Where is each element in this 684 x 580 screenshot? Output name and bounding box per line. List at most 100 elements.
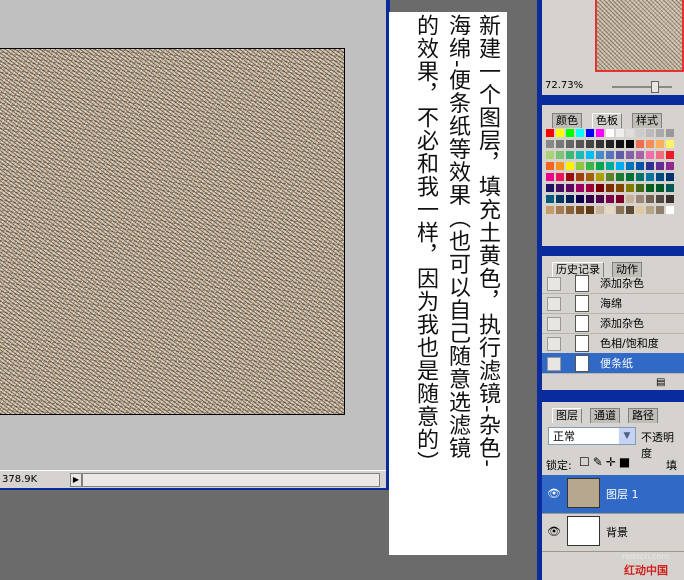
zoom-slider-knob[interactable] bbox=[651, 81, 659, 93]
history-menu-icon[interactable]: ▤ bbox=[656, 377, 665, 388]
color-swatch[interactable] bbox=[555, 139, 565, 149]
color-swatch[interactable] bbox=[635, 128, 645, 138]
color-swatch[interactable] bbox=[565, 150, 575, 160]
visibility-eye-icon[interactable]: 👁 bbox=[547, 525, 561, 538]
color-swatch[interactable] bbox=[585, 161, 595, 171]
lock-transparency-icon[interactable]: ☐ bbox=[579, 455, 593, 469]
color-swatch[interactable] bbox=[565, 172, 575, 182]
color-swatch[interactable] bbox=[555, 161, 565, 171]
color-swatch[interactable] bbox=[625, 205, 635, 215]
color-swatch[interactable] bbox=[605, 205, 615, 215]
color-swatch[interactable] bbox=[665, 161, 675, 171]
color-swatch[interactable] bbox=[615, 194, 625, 204]
history-snapshot-checkbox[interactable] bbox=[547, 317, 561, 331]
color-swatch[interactable] bbox=[555, 205, 565, 215]
color-swatch[interactable] bbox=[665, 194, 675, 204]
color-swatch[interactable] bbox=[585, 128, 595, 138]
color-swatch[interactable] bbox=[635, 139, 645, 149]
color-swatch[interactable] bbox=[545, 183, 555, 193]
history-item[interactable]: 便条纸 bbox=[542, 353, 684, 374]
color-swatch[interactable] bbox=[605, 194, 615, 204]
tab-channels[interactable]: 通道 bbox=[590, 408, 620, 423]
color-swatch[interactable] bbox=[545, 172, 555, 182]
color-swatch[interactable] bbox=[655, 183, 665, 193]
layer-row[interactable]: 👁 背景 bbox=[542, 513, 684, 552]
color-swatch[interactable] bbox=[625, 194, 635, 204]
color-swatch[interactable] bbox=[555, 183, 565, 193]
color-swatch[interactable] bbox=[585, 139, 595, 149]
color-swatch[interactable] bbox=[665, 139, 675, 149]
color-swatch[interactable] bbox=[615, 161, 625, 171]
color-swatch[interactable] bbox=[555, 172, 565, 182]
color-swatch[interactable] bbox=[665, 150, 675, 160]
color-swatch[interactable] bbox=[665, 183, 675, 193]
color-swatch[interactable] bbox=[585, 150, 595, 160]
color-swatch[interactable] bbox=[545, 205, 555, 215]
color-swatch[interactable] bbox=[655, 128, 665, 138]
color-swatch[interactable] bbox=[665, 205, 675, 215]
color-swatch[interactable] bbox=[635, 205, 645, 215]
tab-color[interactable]: 颜色 bbox=[552, 113, 582, 128]
color-swatch[interactable] bbox=[545, 139, 555, 149]
history-snapshot-checkbox[interactable] bbox=[547, 277, 561, 291]
lock-all-icon[interactable]: ■ bbox=[619, 455, 633, 469]
color-swatch[interactable] bbox=[595, 183, 605, 193]
color-swatch[interactable] bbox=[575, 128, 585, 138]
color-swatch[interactable] bbox=[595, 205, 605, 215]
color-swatch[interactable] bbox=[625, 172, 635, 182]
color-swatch[interactable] bbox=[565, 139, 575, 149]
lock-position-icon[interactable]: ✛ bbox=[606, 455, 619, 469]
status-menu-arrow-icon[interactable]: ▶ bbox=[70, 473, 82, 487]
color-swatch[interactable] bbox=[655, 150, 665, 160]
color-swatch[interactable] bbox=[645, 194, 655, 204]
color-swatch[interactable] bbox=[645, 205, 655, 215]
layer-row[interactable]: 👁 图层 1 bbox=[542, 475, 684, 514]
color-swatch[interactable] bbox=[655, 139, 665, 149]
color-swatch[interactable] bbox=[655, 205, 665, 215]
color-swatch[interactable] bbox=[575, 161, 585, 171]
color-swatch[interactable] bbox=[645, 150, 655, 160]
tab-swatches[interactable]: 色板 bbox=[592, 113, 622, 128]
color-swatch[interactable] bbox=[545, 128, 555, 138]
chevron-down-icon[interactable]: ▼ bbox=[619, 428, 635, 444]
color-swatch[interactable] bbox=[605, 139, 615, 149]
color-swatch[interactable] bbox=[635, 161, 645, 171]
visibility-eye-icon[interactable]: 👁 bbox=[547, 487, 561, 500]
color-swatch[interactable] bbox=[635, 172, 645, 182]
color-swatch[interactable] bbox=[555, 194, 565, 204]
color-swatch[interactable] bbox=[575, 194, 585, 204]
color-swatch[interactable] bbox=[645, 172, 655, 182]
color-swatch[interactable] bbox=[615, 205, 625, 215]
color-swatch[interactable] bbox=[605, 161, 615, 171]
color-swatch[interactable] bbox=[615, 128, 625, 138]
color-swatch[interactable] bbox=[555, 150, 565, 160]
zoom-readout[interactable]: 72.73% bbox=[545, 80, 583, 91]
history-snapshot-checkbox[interactable] bbox=[547, 357, 561, 371]
color-swatch[interactable] bbox=[655, 161, 665, 171]
color-swatch[interactable] bbox=[595, 139, 605, 149]
tab-styles[interactable]: 样式 bbox=[632, 113, 662, 128]
zoom-slider[interactable] bbox=[612, 81, 672, 93]
color-swatch[interactable] bbox=[625, 150, 635, 160]
tab-layers[interactable]: 图层 bbox=[552, 408, 582, 423]
color-swatch[interactable] bbox=[635, 150, 645, 160]
color-swatch[interactable] bbox=[545, 150, 555, 160]
color-swatch[interactable] bbox=[635, 183, 645, 193]
color-swatch[interactable] bbox=[575, 183, 585, 193]
color-swatch[interactable] bbox=[665, 128, 675, 138]
color-swatch[interactable] bbox=[625, 128, 635, 138]
color-swatch[interactable] bbox=[565, 183, 575, 193]
color-swatch[interactable] bbox=[625, 139, 635, 149]
color-swatch[interactable] bbox=[565, 161, 575, 171]
color-swatch[interactable] bbox=[565, 128, 575, 138]
color-swatch[interactable] bbox=[585, 205, 595, 215]
color-swatch[interactable] bbox=[615, 172, 625, 182]
color-swatch[interactable] bbox=[645, 128, 655, 138]
color-swatch[interactable] bbox=[565, 194, 575, 204]
color-swatch[interactable] bbox=[645, 139, 655, 149]
color-swatch[interactable] bbox=[625, 161, 635, 171]
color-swatch[interactable] bbox=[645, 161, 655, 171]
navigator-thumbnail[interactable] bbox=[595, 0, 684, 72]
color-swatch[interactable] bbox=[585, 183, 595, 193]
color-swatch[interactable] bbox=[615, 150, 625, 160]
